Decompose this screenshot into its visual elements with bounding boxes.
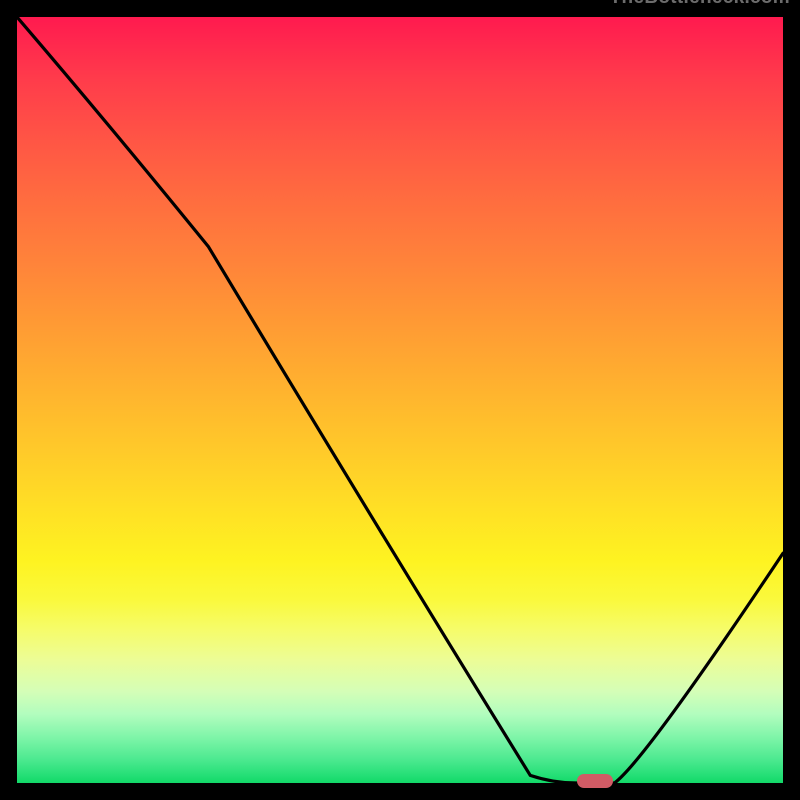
- optimum-marker: [577, 774, 613, 788]
- watermark-text: TheBottleneck.com: [610, 0, 790, 9]
- curve-layer: [17, 17, 783, 783]
- bottleneck-curve-path: [17, 17, 783, 783]
- chart-frame: [14, 14, 786, 786]
